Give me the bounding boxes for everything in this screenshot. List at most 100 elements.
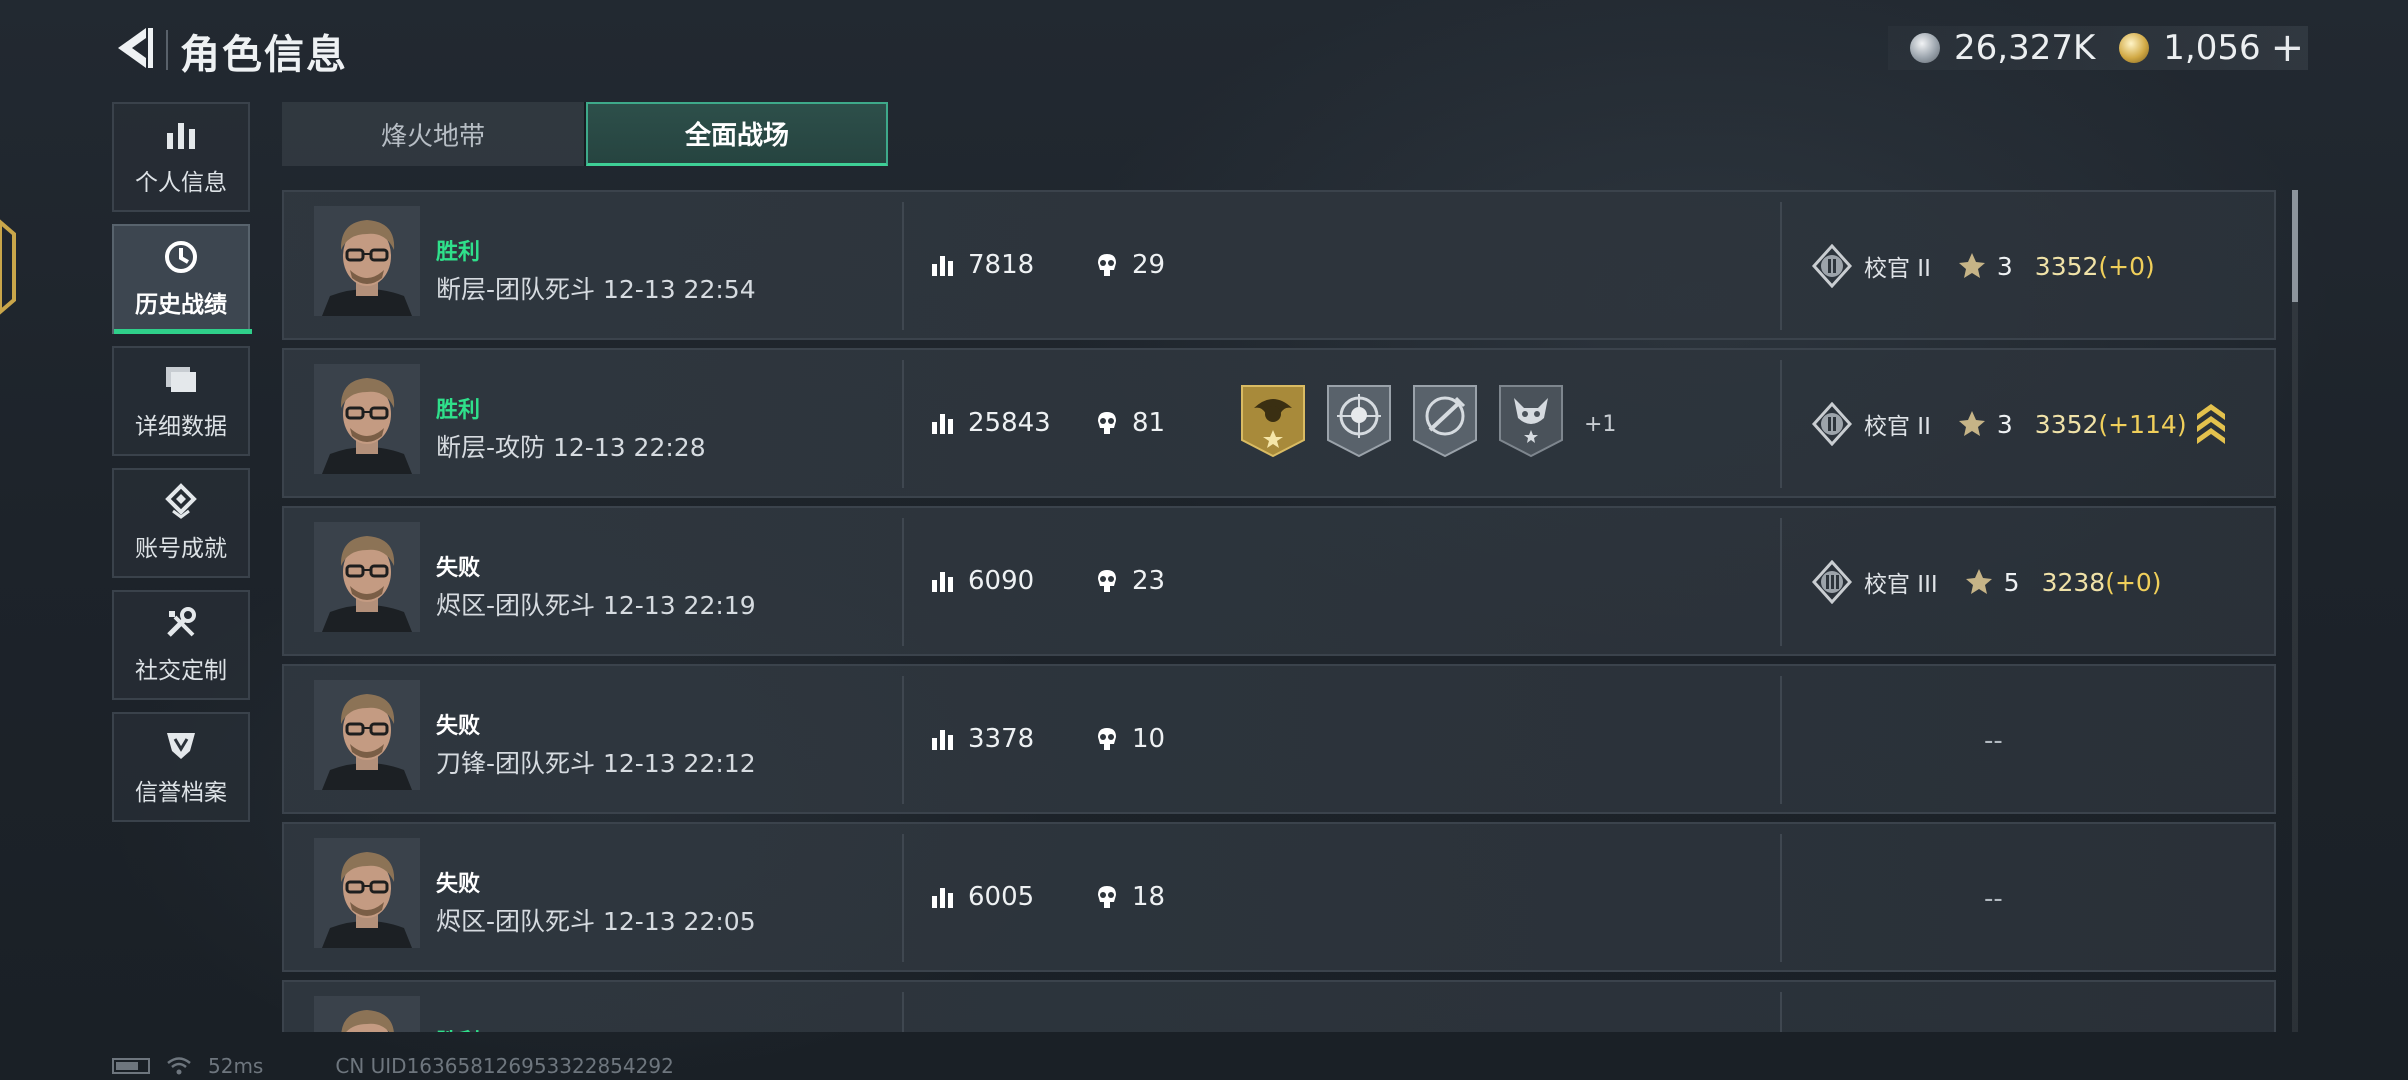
sidebar-item-social[interactable]: 社交定制 <box>112 590 250 700</box>
column-divider <box>902 518 904 646</box>
sidebar-item-credit[interactable]: 信誉档案 <box>112 712 250 822</box>
score-value: 6090 <box>968 566 1035 596</box>
column-divider <box>1780 676 1782 804</box>
back-button[interactable] <box>112 24 156 72</box>
kills-value: 81 <box>1132 408 1166 438</box>
avatar <box>314 522 420 632</box>
score-bar-icon <box>932 256 953 276</box>
rank-score-delta: (+0) <box>2105 567 2162 597</box>
kills-value: 29 <box>1132 250 1166 280</box>
ping-value: 52ms <box>208 1054 264 1078</box>
column-divider <box>1780 360 1782 488</box>
rank-score-value: 3352 <box>2034 251 2099 281</box>
rank-score-delta: (+0) <box>2098 251 2155 281</box>
scrollbar[interactable] <box>2292 190 2298 1032</box>
score-bar-icon <box>932 888 953 908</box>
tools-icon <box>167 607 196 637</box>
kills-stat: 18 <box>1094 882 1165 912</box>
rank-name: 校官 II <box>1864 414 1931 440</box>
sidebar-item-personal-info[interactable]: 个人信息 <box>112 102 250 212</box>
sidebar-item-label: 详细数据 <box>135 414 227 440</box>
alien-skull-medal-icon[interactable] <box>1498 384 1564 458</box>
avatar <box>314 364 420 474</box>
match-row[interactable]: 胜利 <box>282 980 2276 1032</box>
match-row[interactable]: 失败 烬区-团队死斗 12-13 22:05 6005 18 -- <box>282 822 2276 972</box>
silver-amount: 26,327K <box>1954 28 2096 68</box>
rank-emblem-icon <box>1811 402 1853 446</box>
achievement-icon <box>165 483 197 519</box>
match-info: 烬区-团队死斗 12-13 22:19 <box>436 591 756 620</box>
match-row[interactable]: 失败 刀锋-团队死斗 12-13 22:12 3378 10 -- <box>282 664 2276 814</box>
match-row[interactable]: 失败 烬区-团队死斗 12-13 22:19 6090 23 校官 III 5 … <box>282 506 2276 656</box>
match-result: 失败 <box>436 872 481 897</box>
score-stat: 7818 <box>930 250 1034 280</box>
avatar <box>314 680 420 790</box>
rank-stars: 3 <box>1996 251 2013 281</box>
more-medals-count[interactable]: +1 <box>1584 412 1616 437</box>
back-arrow-icon <box>118 28 153 68</box>
active-indicator <box>114 329 252 334</box>
gold-eagle-medal-icon[interactable] <box>1240 384 1306 458</box>
clock-icon <box>165 241 197 273</box>
match-result: 胜利 <box>436 398 481 423</box>
kills-value: 23 <box>1132 566 1166 596</box>
column-divider <box>902 202 904 330</box>
column-divider <box>902 676 904 804</box>
tab-extraction[interactable]: 烽火地带 <box>282 102 584 166</box>
sidebar-item-label: 历史战绩 <box>135 292 227 318</box>
score-stat: 6005 <box>930 882 1034 912</box>
medal-list: +1 <box>1240 384 1616 458</box>
sidebar-item-label: 账号成就 <box>135 536 227 562</box>
rank-name: 校官 II <box>1864 256 1931 282</box>
match-row[interactable]: 胜利 断层-攻防 12-13 22:28 25843 81 +1 校官 II 3… <box>282 348 2276 498</box>
header: 角色信息 26,327K 1,056 + <box>0 0 2408 100</box>
rank-emblem-icon <box>1811 244 1853 288</box>
kills-stat: 10 <box>1094 724 1165 754</box>
avatar <box>314 996 420 1032</box>
column-divider <box>1780 202 1782 330</box>
scrollbar-thumb[interactable] <box>2292 190 2298 302</box>
match-info: 断层-攻防 12-13 22:28 <box>436 433 706 462</box>
match-result: 胜利 <box>436 240 481 265</box>
wifi-icon <box>167 1057 191 1075</box>
sidebar-item-achievements[interactable]: 账号成就 <box>112 468 250 578</box>
star-icon <box>1958 253 1985 278</box>
rank-info: 校官 II 3 3352(+114) <box>1810 402 2187 446</box>
match-result: 失败 <box>436 556 481 581</box>
sidebar-item-label: 信誉档案 <box>135 780 227 806</box>
rank-stars: 5 <box>2003 567 2020 597</box>
battery-icon <box>112 1058 150 1074</box>
gold-coin-icon <box>2119 33 2150 63</box>
status-footer: 52ms CN UID1636581269533228542​92 <box>112 1054 674 1078</box>
avatar <box>314 206 420 316</box>
match-result: 胜利 <box>436 1024 480 1032</box>
skull-icon <box>1098 412 1116 434</box>
match-row[interactable]: 胜利 断层-团队死斗 12-13 22:54 7818 29 校官 II 3 3… <box>282 190 2276 340</box>
sidebar-item-history[interactable]: 历史战绩 <box>112 224 252 334</box>
tab-full-battlefield[interactable]: 全面战场 <box>586 102 888 166</box>
shield-icon <box>167 733 195 759</box>
sidebar-item-label: 社交定制 <box>135 658 227 684</box>
rank-stars: 3 <box>1996 409 2013 439</box>
match-history-list[interactable]: 胜利 断层-团队死斗 12-13 22:54 7818 29 校官 II 3 3… <box>282 190 2276 1032</box>
column-divider <box>902 360 904 488</box>
kills-stat: 23 <box>1094 566 1165 596</box>
gold-amount: 1,056 <box>2163 28 2261 68</box>
kills-stat: 29 <box>1094 250 1165 280</box>
add-currency-button[interactable]: + <box>2271 25 2305 71</box>
score-stat: 3378 <box>930 724 1034 754</box>
sidebar-item-detailed-data[interactable]: 详细数据 <box>112 346 250 456</box>
column-divider <box>902 992 904 1032</box>
skull-icon <box>1098 886 1116 908</box>
sidebar-item-label: 个人信息 <box>135 170 227 196</box>
rank-score-delta: (+114) <box>2098 409 2187 439</box>
currency-bar: 26,327K 1,056 + <box>1888 25 2308 71</box>
crosshair-medal-icon[interactable] <box>1412 384 1478 458</box>
match-info: 断层-团队死斗 12-13 22:54 <box>436 275 756 304</box>
edge-tab[interactable] <box>0 212 18 322</box>
skull-target-medal-icon[interactable] <box>1326 384 1392 458</box>
folder-icon <box>166 367 196 392</box>
rank-score-value: 3352 <box>2034 409 2099 439</box>
rank-score: 3352(+114) <box>2035 410 2187 439</box>
rank-info: 校官 III 5 3238(+0) <box>1810 560 2162 604</box>
